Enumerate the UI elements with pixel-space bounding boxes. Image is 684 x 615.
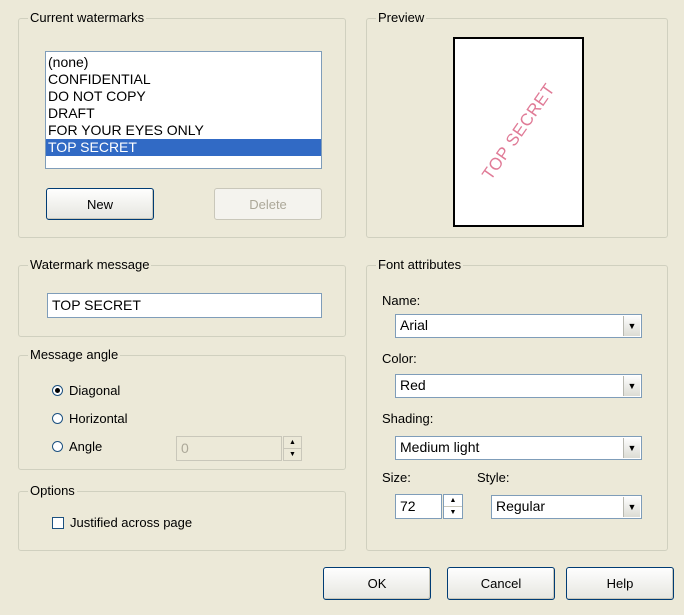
diagonal-label: Diagonal <box>69 383 121 398</box>
font-size-spinner[interactable]: ▲ ▼ <box>443 494 463 519</box>
font-style-select[interactable]: Regular ▼ <box>491 495 642 519</box>
options-title: Options <box>28 483 77 499</box>
spin-down-icon[interactable]: ▼ <box>444 506 462 518</box>
watermark-message-title: Watermark message <box>28 257 152 273</box>
list-item[interactable]: DO NOT COPY <box>46 88 321 105</box>
spin-down-icon[interactable]: ▼ <box>284 448 301 460</box>
preview-page: TOP SECRET <box>453 37 584 227</box>
horizontal-label: Horizontal <box>69 411 128 426</box>
list-item[interactable]: (none) <box>46 54 321 71</box>
current-watermarks-title: Current watermarks <box>28 10 147 26</box>
delete-button[interactable]: Delete <box>214 188 322 220</box>
preview-watermark-text: TOP SECRET <box>477 79 559 184</box>
list-item[interactable]: CONFIDENTIAL <box>46 71 321 88</box>
font-size-input[interactable]: 72 <box>395 494 442 519</box>
cancel-button[interactable]: Cancel <box>447 567 555 600</box>
message-angle-title: Message angle <box>28 347 121 363</box>
spin-up-icon[interactable]: ▲ <box>444 495 462 506</box>
justified-checkbox[interactable] <box>52 516 64 529</box>
diagonal-radio[interactable] <box>52 385 63 396</box>
justified-label: Justified across page <box>70 515 193 530</box>
horizontal-radio-option[interactable]: Horizontal <box>52 411 128 426</box>
font-name-value: Arial <box>400 317 429 333</box>
spin-up-icon[interactable]: ▲ <box>284 437 301 448</box>
justified-checkbox-option[interactable]: Justified across page <box>52 515 192 530</box>
angle-label: Angle <box>69 439 103 454</box>
font-name-select[interactable]: Arial ▼ <box>395 314 642 338</box>
chevron-down-icon[interactable]: ▼ <box>623 376 640 396</box>
font-color-select[interactable]: Red ▼ <box>395 374 642 398</box>
list-item[interactable]: FOR YOUR EYES ONLY <box>46 122 321 139</box>
font-shading-select[interactable]: Medium light ▼ <box>395 436 642 460</box>
ok-button[interactable]: OK <box>323 567 431 600</box>
font-shading-label: Shading: <box>382 411 434 426</box>
angle-spinner[interactable]: ▲ ▼ <box>283 436 302 461</box>
help-button[interactable]: Help <box>566 567 674 600</box>
list-item-selected[interactable]: TOP SECRET <box>46 139 321 156</box>
font-style-label: Style: <box>477 470 510 485</box>
list-item[interactable]: DRAFT <box>46 105 321 122</box>
diagonal-radio-option[interactable]: Diagonal <box>52 383 120 398</box>
angle-input[interactable]: 0 <box>176 436 282 461</box>
watermarks-listbox[interactable]: (none) CONFIDENTIAL DO NOT COPY DRAFT FO… <box>45 51 322 169</box>
chevron-down-icon[interactable]: ▼ <box>623 497 640 517</box>
font-style-value: Regular <box>496 498 546 514</box>
preview-title: Preview <box>376 10 427 26</box>
watermark-message-input[interactable]: TOP SECRET <box>47 293 322 318</box>
angle-radio[interactable] <box>52 441 63 452</box>
font-attributes-title: Font attributes <box>376 257 464 273</box>
font-size-label: Size: <box>382 470 411 485</box>
horizontal-radio[interactable] <box>52 413 63 424</box>
chevron-down-icon[interactable]: ▼ <box>623 316 640 336</box>
angle-radio-option[interactable]: Angle <box>52 439 102 454</box>
font-color-label: Color: <box>382 351 417 366</box>
new-button[interactable]: New <box>46 188 154 220</box>
font-shading-value: Medium light <box>400 439 480 455</box>
font-color-value: Red <box>400 377 426 393</box>
chevron-down-icon[interactable]: ▼ <box>623 438 640 458</box>
font-name-label: Name: <box>382 293 421 308</box>
